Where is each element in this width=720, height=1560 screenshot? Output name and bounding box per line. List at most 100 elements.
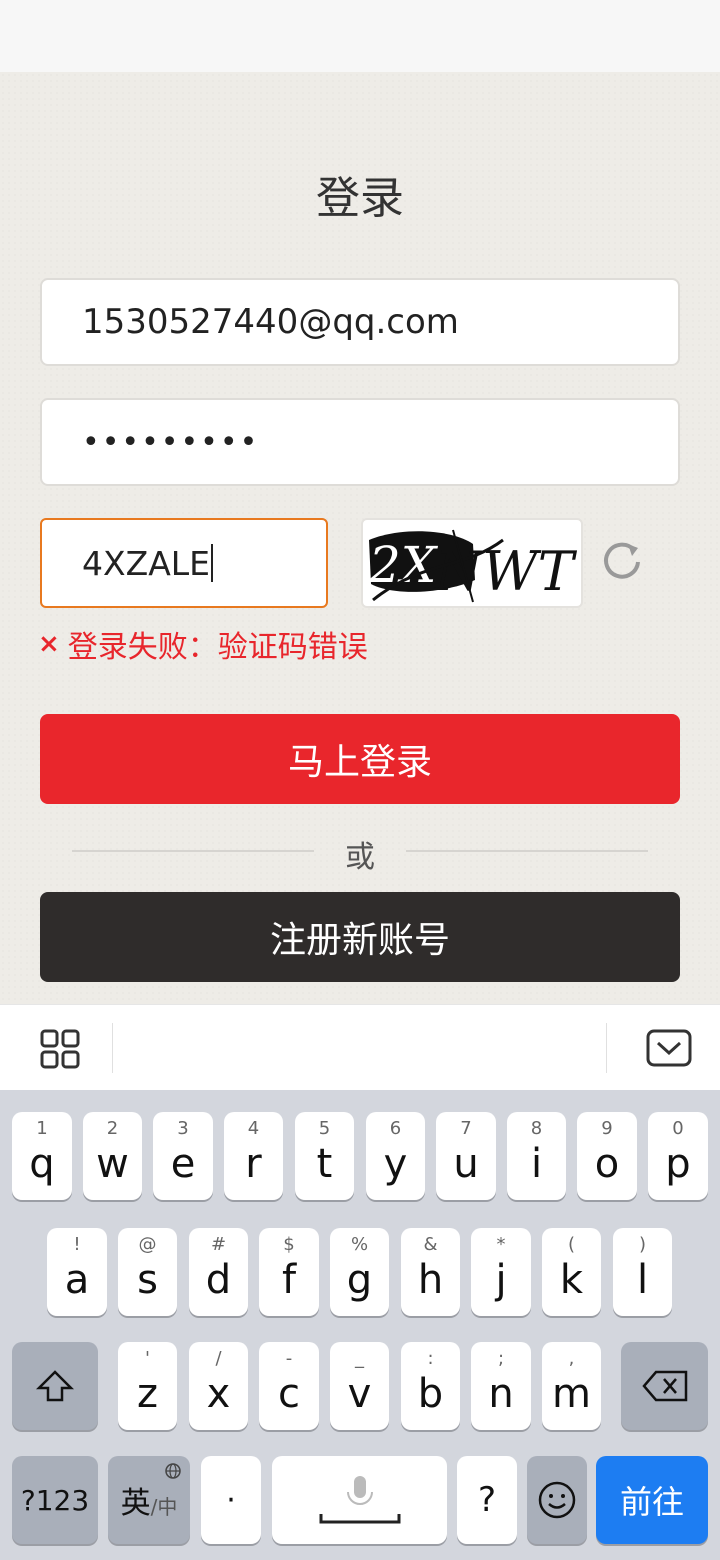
- key-sub: 1: [36, 1118, 48, 1139]
- register-button[interactable]: 注册新账号: [40, 892, 680, 982]
- space-key[interactable]: [272, 1456, 447, 1544]
- emoji-key[interactable]: [527, 1456, 587, 1544]
- error-text: 登录失败：验证码错误: [67, 630, 368, 665]
- page-title: 登录: [316, 173, 404, 224]
- key-sub: _: [355, 1348, 364, 1369]
- hide-keyboard-icon[interactable]: [646, 1029, 692, 1069]
- keyboard-toolbar: [0, 1004, 720, 1090]
- key-s[interactable]: @ s: [118, 1228, 177, 1316]
- key-sub: @: [138, 1234, 157, 1255]
- key-label: d: [205, 1257, 232, 1303]
- key-h[interactable]: & h: [401, 1228, 460, 1316]
- key-c[interactable]: -c: [259, 1342, 319, 1430]
- key-sub: 0: [672, 1118, 684, 1139]
- dot-key[interactable]: ·: [201, 1456, 261, 1544]
- key-i[interactable]: 8i: [507, 1112, 566, 1200]
- key-p[interactable]: 0p: [648, 1112, 708, 1200]
- key-z[interactable]: ' z: [118, 1342, 177, 1430]
- email-input[interactable]: 1530527440@qq.com: [40, 278, 680, 366]
- globe-icon: [165, 1463, 181, 1479]
- captcha-image[interactable]: 2X NWT: [361, 518, 583, 608]
- key-label: j: [495, 1257, 507, 1303]
- key-t[interactable]: 5t: [295, 1112, 354, 1200]
- key-sub: 5: [318, 1118, 331, 1139]
- divider-right: [406, 850, 648, 852]
- key-label: b: [417, 1371, 444, 1417]
- key-sub: *: [496, 1234, 506, 1255]
- captcha-input[interactable]: 4XZALE: [40, 518, 328, 608]
- key-u[interactable]: 7u: [436, 1112, 496, 1200]
- captcha-text-part: 2X: [368, 536, 439, 594]
- refresh-captcha-icon[interactable]: [600, 536, 644, 580]
- key-label: v: [347, 1371, 372, 1417]
- key-label: k: [559, 1257, 584, 1303]
- lang-key-sub: /中: [150, 1494, 178, 1519]
- emoji-icon: [538, 1481, 576, 1519]
- key-label: f: [281, 1257, 297, 1303]
- key-sub: (: [567, 1234, 576, 1255]
- key-a[interactable]: ! a: [47, 1228, 107, 1316]
- key-label: u: [453, 1141, 479, 1187]
- language-switch-key[interactable]: 英/中: [108, 1456, 190, 1544]
- or-text: 或: [345, 840, 375, 875]
- key-sub: 3: [177, 1118, 189, 1139]
- captcha-text: NWT: [433, 540, 578, 603]
- key-x[interactable]: / x: [189, 1342, 248, 1430]
- soft-keyboard: 1q 2w 3e 4r 5t 6y 7u 8i 9o 0p ! a @ s # d $…: [0, 1090, 720, 1560]
- status-bar: [0, 0, 720, 72]
- key-sub: 2: [106, 1118, 119, 1139]
- key-label: y: [383, 1141, 408, 1187]
- question-key[interactable]: ?: [457, 1456, 517, 1544]
- key-label: h: [417, 1257, 444, 1303]
- key-sub: 6: [389, 1118, 402, 1139]
- key-n[interactable]: ; n: [471, 1342, 531, 1430]
- key-r[interactable]: 4r: [224, 1112, 283, 1200]
- key-label: c: [278, 1371, 300, 1417]
- key-label: g: [346, 1257, 373, 1303]
- key-sub: %: [350, 1234, 369, 1255]
- key-label: x: [206, 1371, 231, 1417]
- key-e[interactable]: 3e: [153, 1112, 213, 1200]
- key-sub: ,: [568, 1348, 575, 1369]
- key-sub: 9: [601, 1118, 613, 1139]
- toolbar-divider: [112, 1023, 113, 1073]
- key-w[interactable]: 2w: [83, 1112, 142, 1200]
- text-caret: [211, 544, 214, 582]
- key-d[interactable]: # d: [189, 1228, 248, 1316]
- key-v[interactable]: _ v: [330, 1342, 389, 1430]
- key-label: r: [245, 1141, 262, 1187]
- key-sub: ': [145, 1348, 150, 1369]
- key-sub: !: [73, 1234, 81, 1255]
- shift-icon: [35, 1370, 75, 1402]
- key-y[interactable]: 6y: [366, 1112, 425, 1200]
- key-label: w: [96, 1141, 129, 1187]
- go-key[interactable]: 前往: [596, 1456, 708, 1544]
- error-message: × 登录失败：验证码错误: [38, 622, 368, 666]
- password-input[interactable]: •••••••••: [40, 398, 680, 486]
- key-q[interactable]: 1q: [12, 1112, 72, 1200]
- key-sub: -: [285, 1348, 293, 1369]
- key-label: s: [137, 1257, 158, 1303]
- backspace-key[interactable]: [621, 1342, 708, 1430]
- key-m[interactable]: ,m: [542, 1342, 601, 1430]
- login-button[interactable]: 马上登录: [40, 714, 680, 804]
- key-j[interactable]: * j: [471, 1228, 531, 1316]
- key-o[interactable]: 9o: [577, 1112, 637, 1200]
- key-k[interactable]: (k: [542, 1228, 601, 1316]
- microphone-icon: [319, 1476, 400, 1524]
- key-sub: :: [427, 1348, 434, 1369]
- key-b[interactable]: :b: [401, 1342, 460, 1430]
- captcha-value: 4XZALE: [82, 543, 211, 583]
- key-sub: ;: [497, 1348, 505, 1369]
- key-l[interactable]: ) l: [613, 1228, 672, 1316]
- error-icon: ×: [38, 629, 60, 659]
- key-f[interactable]: $ f: [259, 1228, 319, 1316]
- key-label: z: [137, 1371, 158, 1417]
- key-g[interactable]: % g: [330, 1228, 389, 1316]
- key-label: l: [636, 1257, 649, 1303]
- grid-menu-icon[interactable]: [40, 1029, 80, 1069]
- shift-key[interactable]: [12, 1342, 98, 1430]
- key-label: e: [170, 1141, 196, 1187]
- key-sub: &: [423, 1234, 438, 1255]
- symbols-key[interactable]: ?123: [12, 1456, 98, 1544]
